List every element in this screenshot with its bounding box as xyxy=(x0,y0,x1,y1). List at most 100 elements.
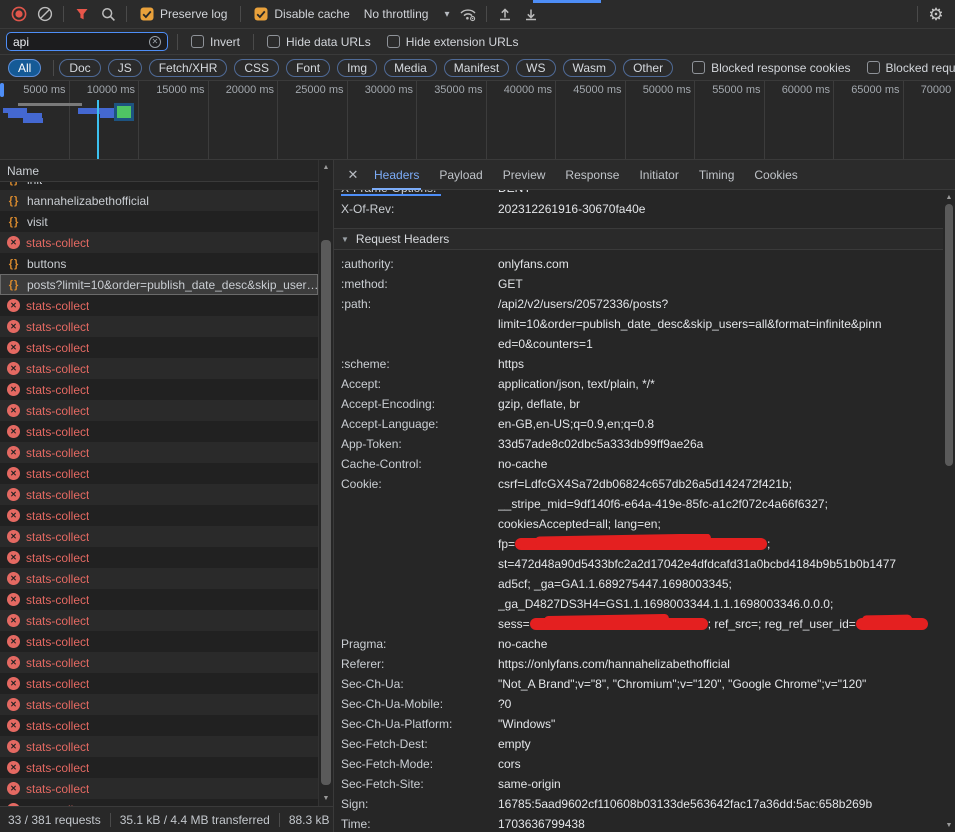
request-row[interactable]: ✕stats-collect xyxy=(0,799,318,806)
tab-timing[interactable]: Timing xyxy=(692,160,742,190)
request-row[interactable]: {}posts?limit=10&order=publish_date_desc… xyxy=(0,274,318,295)
import-har-button[interactable] xyxy=(492,2,518,26)
filter-pill-js[interactable]: JS xyxy=(108,59,142,77)
hide-data-urls-checkbox[interactable]: Hide data URLs xyxy=(267,35,371,49)
top-rows: X-Of-Rev:202312261916-30670fa40e xyxy=(334,199,955,219)
request-row[interactable]: ✕stats-collect xyxy=(0,505,318,526)
request-row[interactable]: ✕stats-collect xyxy=(0,526,318,547)
request-row[interactable]: ✕stats-collect xyxy=(0,736,318,757)
network-overview[interactable]: 5000 ms10000 ms15000 ms20000 ms25000 ms3… xyxy=(0,81,955,160)
network-toolbar: Preserve log Disable cache No throttling… xyxy=(0,0,955,29)
tab-initiator[interactable]: Initiator xyxy=(632,160,685,190)
scroll-down-icon[interactable]: ▼ xyxy=(943,822,955,829)
settings-button[interactable]: ⚙ xyxy=(923,2,949,26)
request-row[interactable]: ✕ stats-collect xyxy=(0,589,318,610)
header-value: DENY xyxy=(498,190,955,198)
request-row[interactable]: ✕stats-collect xyxy=(0,568,318,589)
request-name: stats-collect xyxy=(26,509,89,523)
clear-button[interactable] xyxy=(32,2,58,26)
filter-pill-all[interactable]: All xyxy=(8,59,41,77)
disable-cache-checkbox[interactable]: Disable cache xyxy=(254,7,349,21)
request-row[interactable]: ✕stats-collect xyxy=(0,484,318,505)
request-row[interactable]: ✕stats-collect xyxy=(0,295,318,316)
request-row[interactable]: ✕stats-collect xyxy=(0,631,318,652)
name-column-header[interactable]: Name xyxy=(0,160,333,182)
record-button[interactable] xyxy=(6,2,32,26)
type-pills: All Doc JS Fetch/XHR CSS Font Img Media Manifest… xyxy=(8,59,680,77)
clear-filter-icon[interactable]: ✕ xyxy=(149,36,161,48)
checkbox-blocked-requests[interactable]: Blocked requests xyxy=(867,61,955,75)
close-icon[interactable]: ✕ xyxy=(342,167,364,183)
request-row[interactable]: ✕stats-collect xyxy=(0,421,318,442)
request-row[interactable]: ✕stats-collect xyxy=(0,379,318,400)
invert-checkbox[interactable]: Invert xyxy=(191,35,240,49)
filter-pill-ws[interactable]: WS xyxy=(516,59,555,77)
header-name: Time: xyxy=(334,814,498,832)
filter-pill-img[interactable]: Img xyxy=(337,59,377,77)
filter-input[interactable]: api ✕ xyxy=(6,32,168,51)
request-row[interactable]: ✕stats-collect xyxy=(0,610,318,631)
scroll-up-icon[interactable]: ▲ xyxy=(319,164,333,171)
request-row[interactable]: ✕stats-collect xyxy=(0,652,318,673)
filter-pill-fetch-xhr[interactable]: Fetch/XHR xyxy=(149,59,228,77)
filter-pill-other[interactable]: Other xyxy=(623,59,673,77)
failed-request-icon: ✕ xyxy=(7,530,20,543)
throttling-select[interactable]: No throttling ▾ xyxy=(364,7,450,21)
request-row[interactable]: {}hannahelizabethofficial xyxy=(0,190,318,211)
export-har-button[interactable] xyxy=(518,2,544,26)
failed-request-icon: ✕ xyxy=(7,551,20,564)
time-marker xyxy=(97,100,99,159)
request-row[interactable]: ✕stats-collect xyxy=(0,337,318,358)
request-row[interactable]: ✕stats-collect xyxy=(0,316,318,337)
main-split: Name {}init{}hannahelizabethofficial{}vi… xyxy=(0,160,955,832)
tab-headers[interactable]: Headers xyxy=(367,160,426,190)
tab-preview[interactable]: Preview xyxy=(496,160,553,190)
request-row[interactable]: ✕stats-collect xyxy=(0,778,318,799)
network-conditions-button[interactable] xyxy=(455,2,481,26)
request-row[interactable]: ✕stats-collect xyxy=(0,673,318,694)
header-value-line: csrf=LdfcGX4Sa72db06824c657db26a5d142472… xyxy=(498,474,941,494)
header-name: Referer: xyxy=(334,654,498,674)
request-list-scrollbar[interactable]: ▲ ▼ xyxy=(318,160,333,806)
failed-request-icon: ✕ xyxy=(7,446,20,459)
request-row[interactable]: ✕stats-collect xyxy=(0,442,318,463)
filter-pill-doc[interactable]: Doc xyxy=(59,59,100,77)
preserve-log-checkbox[interactable]: Preserve log xyxy=(140,7,227,21)
filter-pill-manifest[interactable]: Manifest xyxy=(444,59,509,77)
request-row[interactable]: ✕stats-collect xyxy=(0,694,318,715)
filter-pill-media[interactable]: Media xyxy=(384,59,437,77)
request-row[interactable]: {}init xyxy=(0,182,318,190)
checkbox-blocked-response-cookies[interactable]: Blocked response cookies xyxy=(692,61,850,75)
request-headers-section[interactable]: ▼ Request Headers xyxy=(334,228,955,250)
request-name: stats-collect xyxy=(26,593,89,607)
scrollbar-thumb[interactable] xyxy=(945,204,953,466)
filter-pill-font[interactable]: Font xyxy=(286,59,330,77)
header-value: empty xyxy=(498,734,955,754)
request-row[interactable]: {}visit xyxy=(0,211,318,232)
filter-pill-wasm[interactable]: Wasm xyxy=(563,59,617,77)
request-row[interactable]: {}buttons xyxy=(0,253,318,274)
scroll-up-icon[interactable]: ▲ xyxy=(943,194,955,201)
search-button[interactable] xyxy=(95,2,121,26)
tab-cookies[interactable]: Cookies xyxy=(747,160,804,190)
failed-request-icon: ✕ xyxy=(7,593,20,606)
request-row[interactable]: ✕stats-collect xyxy=(0,715,318,736)
header-value: csrf=LdfcGX4Sa72db06824c657db26a5d142472… xyxy=(498,474,955,634)
header-row: Sec-Ch-Ua:"Not_A Brand";v="8", "Chromium… xyxy=(334,674,955,694)
details-scrollbar[interactable]: ▲ ▼ xyxy=(943,190,955,832)
request-row[interactable]: ✕stats-collect xyxy=(0,757,318,778)
request-name: posts?limit=10&order=publish_date_desc&s… xyxy=(27,278,318,292)
request-row[interactable]: ✕stats-collect xyxy=(0,232,318,253)
request-row[interactable]: ✕stats-collect xyxy=(0,463,318,484)
request-row[interactable]: ✕stats-collect xyxy=(0,547,318,568)
scroll-down-icon[interactable]: ▼ xyxy=(319,795,333,802)
tab-response[interactable]: Response xyxy=(558,160,626,190)
scrollbar-thumb[interactable] xyxy=(321,240,331,785)
request-row[interactable]: ✕stats-collect xyxy=(0,400,318,421)
filter-toggle-button[interactable] xyxy=(69,2,95,26)
checked-checkbox-icon xyxy=(254,7,268,21)
request-row[interactable]: ✕stats-collect xyxy=(0,358,318,379)
hide-extension-urls-checkbox[interactable]: Hide extension URLs xyxy=(387,35,519,49)
tab-payload[interactable]: Payload xyxy=(432,160,489,190)
filter-pill-css[interactable]: CSS xyxy=(234,59,279,77)
